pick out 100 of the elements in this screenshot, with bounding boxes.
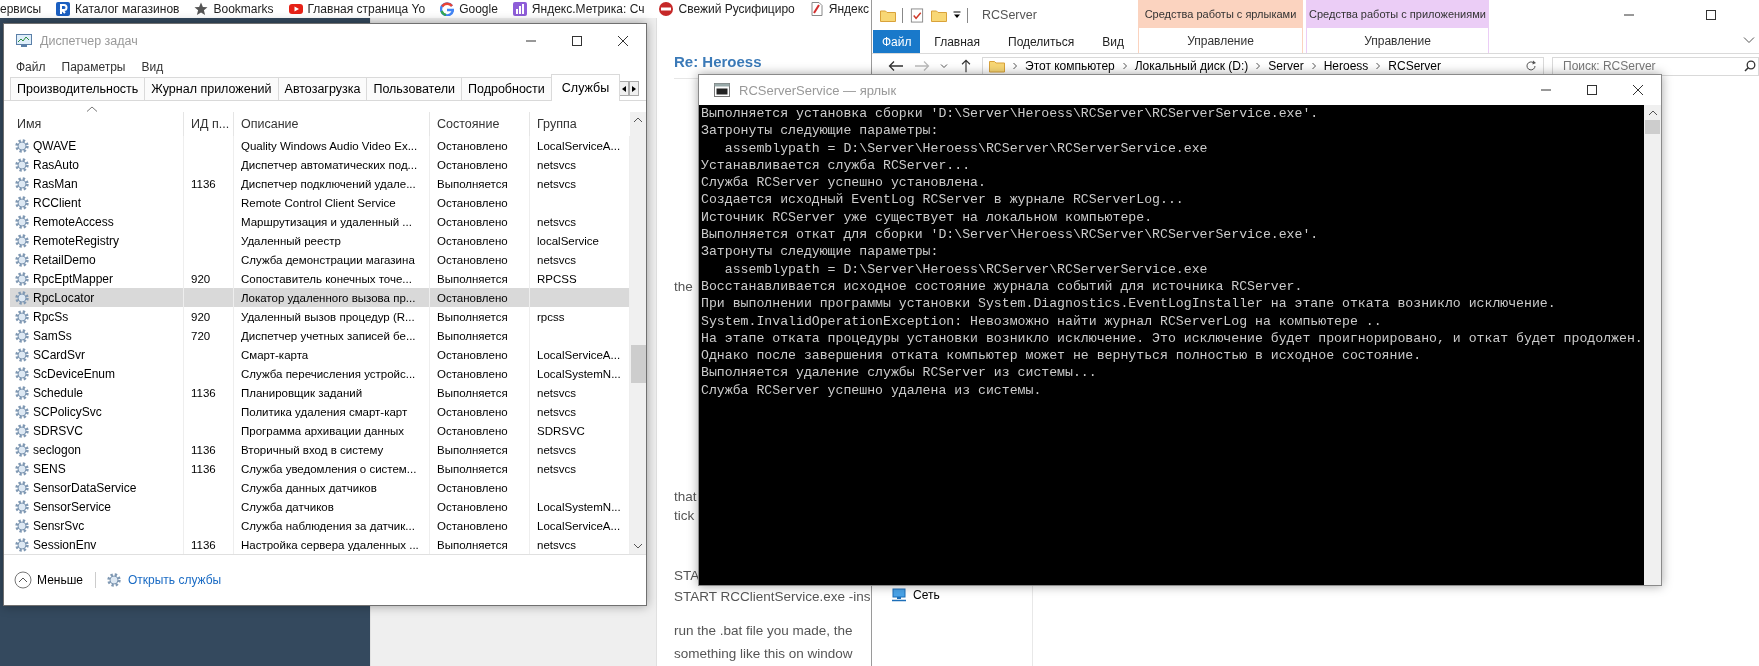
context-tab-header: Средства работы с приложениями xyxy=(1306,0,1489,28)
open-services-link[interactable]: Открыть службы xyxy=(128,573,222,587)
table-cell: Остановлено xyxy=(437,253,508,266)
table-cell: Выполняется xyxy=(437,272,508,285)
ribbon-tab[interactable]: Поделиться xyxy=(994,30,1089,53)
menu-item[interactable]: Параметры xyxy=(57,60,130,74)
bookmark-link[interactable]: Главная страница Yo xyxy=(288,2,426,16)
table-row[interactable]: SCardSvr Смарт-карта Остановлено LocalServiceA... xyxy=(10,345,630,364)
table-row[interactable]: SensorService Служба датчиков Остановлено LocalSystemN... xyxy=(10,497,630,516)
tab[interactable]: Службы xyxy=(550,74,621,101)
tab-scroll-right-button[interactable] xyxy=(629,81,640,96)
search-field[interactable]: Поиск: RCServer xyxy=(1552,56,1759,76)
table-cell: QWAVE xyxy=(33,138,77,153)
tab[interactable]: Производительность xyxy=(10,77,146,100)
table-row[interactable]: SessionEnv 1136 Настройка сервера удаленных ... Выполняется netsvcs xyxy=(10,535,630,554)
gear-icon xyxy=(14,479,30,496)
tab-scroll-left-button[interactable] xyxy=(619,81,630,96)
chevron-icon xyxy=(1375,62,1382,70)
breadcrumb[interactable]: Локальный диск (D:) xyxy=(1134,59,1249,73)
table-cell: RemoteAccess xyxy=(33,214,114,229)
tab[interactable]: Журнал приложений xyxy=(144,77,279,100)
folder-icon[interactable] xyxy=(931,7,947,23)
table-row[interactable]: RasMan 1136 Диспетчер подключений удале... Выполняется netsvcs xyxy=(10,174,630,193)
console-line: Восстанавливается исходное состояние журнала событий для источника RCServer. xyxy=(701,277,1304,296)
table-cell: SensrSvc xyxy=(33,518,85,533)
tab[interactable]: Подробности xyxy=(461,77,552,100)
table-row[interactable]: RemoteRegistry Удаленный реестр Остановлено localService xyxy=(10,231,630,250)
ribbon-tab[interactable]: Главная xyxy=(920,30,994,53)
checklist-icon[interactable] xyxy=(909,7,925,23)
breadcrumb[interactable]: Heroess xyxy=(1323,59,1369,73)
close-icon xyxy=(617,34,629,47)
table-row[interactable]: SensorDataService Служба данных датчиков Остановлено xyxy=(10,478,630,497)
network-icon xyxy=(891,588,907,602)
forward-arrow-icon[interactable] xyxy=(914,59,930,73)
column-header[interactable]: Имя xyxy=(10,112,184,136)
table-row[interactable]: seclogon 1136 Вторичный вход в систему Выполняется netsvcs xyxy=(10,440,630,459)
bookmark-link[interactable]: Google xyxy=(440,2,498,16)
context-tab-header: Средства работы с ярлыками xyxy=(1138,0,1303,28)
table-row[interactable]: RCClient Remote Control Client Service Остановлено xyxy=(10,193,630,212)
table-cell: Остановлено xyxy=(437,215,508,228)
table-row[interactable]: Schedule 1136 Планировщик заданий Выполняется netsvcs xyxy=(10,383,630,402)
gear-icon xyxy=(14,213,30,230)
column-header[interactable]: Описание xyxy=(234,112,430,136)
tab[interactable]: Пользователи xyxy=(366,77,462,100)
folder-icon[interactable] xyxy=(880,7,896,23)
tab[interactable]: Автозагрузка xyxy=(277,77,368,100)
ribbon-tab[interactable]: Вид xyxy=(1088,30,1138,53)
nav-item[interactable]: Сеть xyxy=(913,588,940,602)
table-row[interactable]: RpcLocator Локатор удаленного вызова пр... Остановлено xyxy=(10,288,630,307)
console-icon xyxy=(714,83,730,97)
column-header[interactable]: Состояние xyxy=(430,112,530,136)
table-row[interactable]: RasAuto Диспетчер автоматических под... Остановлено netsvcs xyxy=(10,155,630,174)
caret-icon[interactable] xyxy=(940,63,948,69)
table-cell: Остановлено xyxy=(437,139,508,152)
bookmark-link[interactable]: ервисы xyxy=(0,2,42,16)
dropdown-icon[interactable] xyxy=(953,11,961,19)
bookmark-link[interactable]: Bookmarks xyxy=(194,2,274,16)
table-row[interactable]: SamSs 720 Диспетчер учетных записей бе... Выполняется xyxy=(10,326,630,345)
window-title: RCServerService — ярлык xyxy=(739,82,897,98)
scrollbar-thumb[interactable] xyxy=(630,345,646,383)
menu-item[interactable]: Вид xyxy=(137,60,168,74)
table-cell: netsvcs xyxy=(537,405,576,418)
bookmark-link[interactable]: Каталог магазинов xyxy=(56,2,180,16)
table-cell: netsvcs xyxy=(537,538,576,551)
table-row[interactable]: SENS 1136 Служба уведомления о систем... Выполняется netsvcs xyxy=(10,459,630,478)
column-header[interactable]: Группа xyxy=(530,112,630,136)
ribbon-tab[interactable]: Управление xyxy=(1138,28,1303,53)
bookmark-link[interactable]: Яндекс xyxy=(809,2,870,16)
refresh-icon[interactable] xyxy=(1525,60,1537,72)
breadcrumb[interactable]: RCServer xyxy=(1388,59,1441,73)
scrollbar[interactable] xyxy=(1644,105,1661,585)
table-row[interactable]: QWAVE Quality Windows Audio Video Ex... Остановлено LocalServiceA... xyxy=(10,136,630,155)
ribbon-tab[interactable]: Управление xyxy=(1306,28,1489,53)
bookmark-link[interactable]: Свежий Русифициро xyxy=(659,2,795,16)
table-row[interactable]: RpcSs 920 Удаленный вызов процедур (R... Выполняется rpcss xyxy=(10,307,630,326)
table-row[interactable]: ScDeviceEnum Служба перечисления устройс... Остановлено LocalSystemN... xyxy=(10,364,630,383)
fewer-details-button[interactable]: Меньше xyxy=(12,569,85,591)
table-row[interactable]: SensrSvc Служба наблюдения за датчик... Остановлено LocalServiceA... xyxy=(10,516,630,535)
gear-icon xyxy=(14,232,30,249)
file-menu-button[interactable]: Файл xyxy=(873,30,921,53)
table-cell: Выполняется xyxy=(437,329,508,342)
breadcrumb[interactable]: Этот компьютер xyxy=(1025,59,1115,73)
column-header[interactable]: ИД п... xyxy=(184,112,234,136)
bookmark-link[interactable]: Яндекс.Метрика: Сч xyxy=(512,2,645,16)
table-row[interactable]: RemoteAccess Маршрутизация и удаленный ... Остановлено netsvcs xyxy=(10,212,630,231)
menu-item[interactable]: Файл xyxy=(12,60,50,74)
table-cell: SDRSVC xyxy=(33,423,83,438)
breadcrumb[interactable]: Server xyxy=(1268,59,1304,73)
chevron-icon xyxy=(1310,62,1317,70)
table-row[interactable]: RetailDemo Служба демонстрации магазина Остановлено netsvcs xyxy=(10,250,630,269)
table-cell: Сопоставитель конечных точе... xyxy=(241,272,412,285)
scrollbar[interactable] xyxy=(630,112,646,554)
maximize-icon xyxy=(1705,9,1717,21)
table-row[interactable]: SCPolicySvc Политика удаления смарт-карт Остановлено netsvcs xyxy=(10,402,630,421)
table-cell: netsvcs xyxy=(537,177,576,190)
table-row[interactable]: SDRSVC Программа архивации данных Остановлено SDRSVC xyxy=(10,421,630,440)
expand-ribbon-icon[interactable] xyxy=(1743,36,1755,44)
search-icon[interactable] xyxy=(1744,59,1756,72)
back-arrow-icon[interactable] xyxy=(888,59,904,73)
scrollbar-thumb[interactable] xyxy=(1645,120,1660,134)
